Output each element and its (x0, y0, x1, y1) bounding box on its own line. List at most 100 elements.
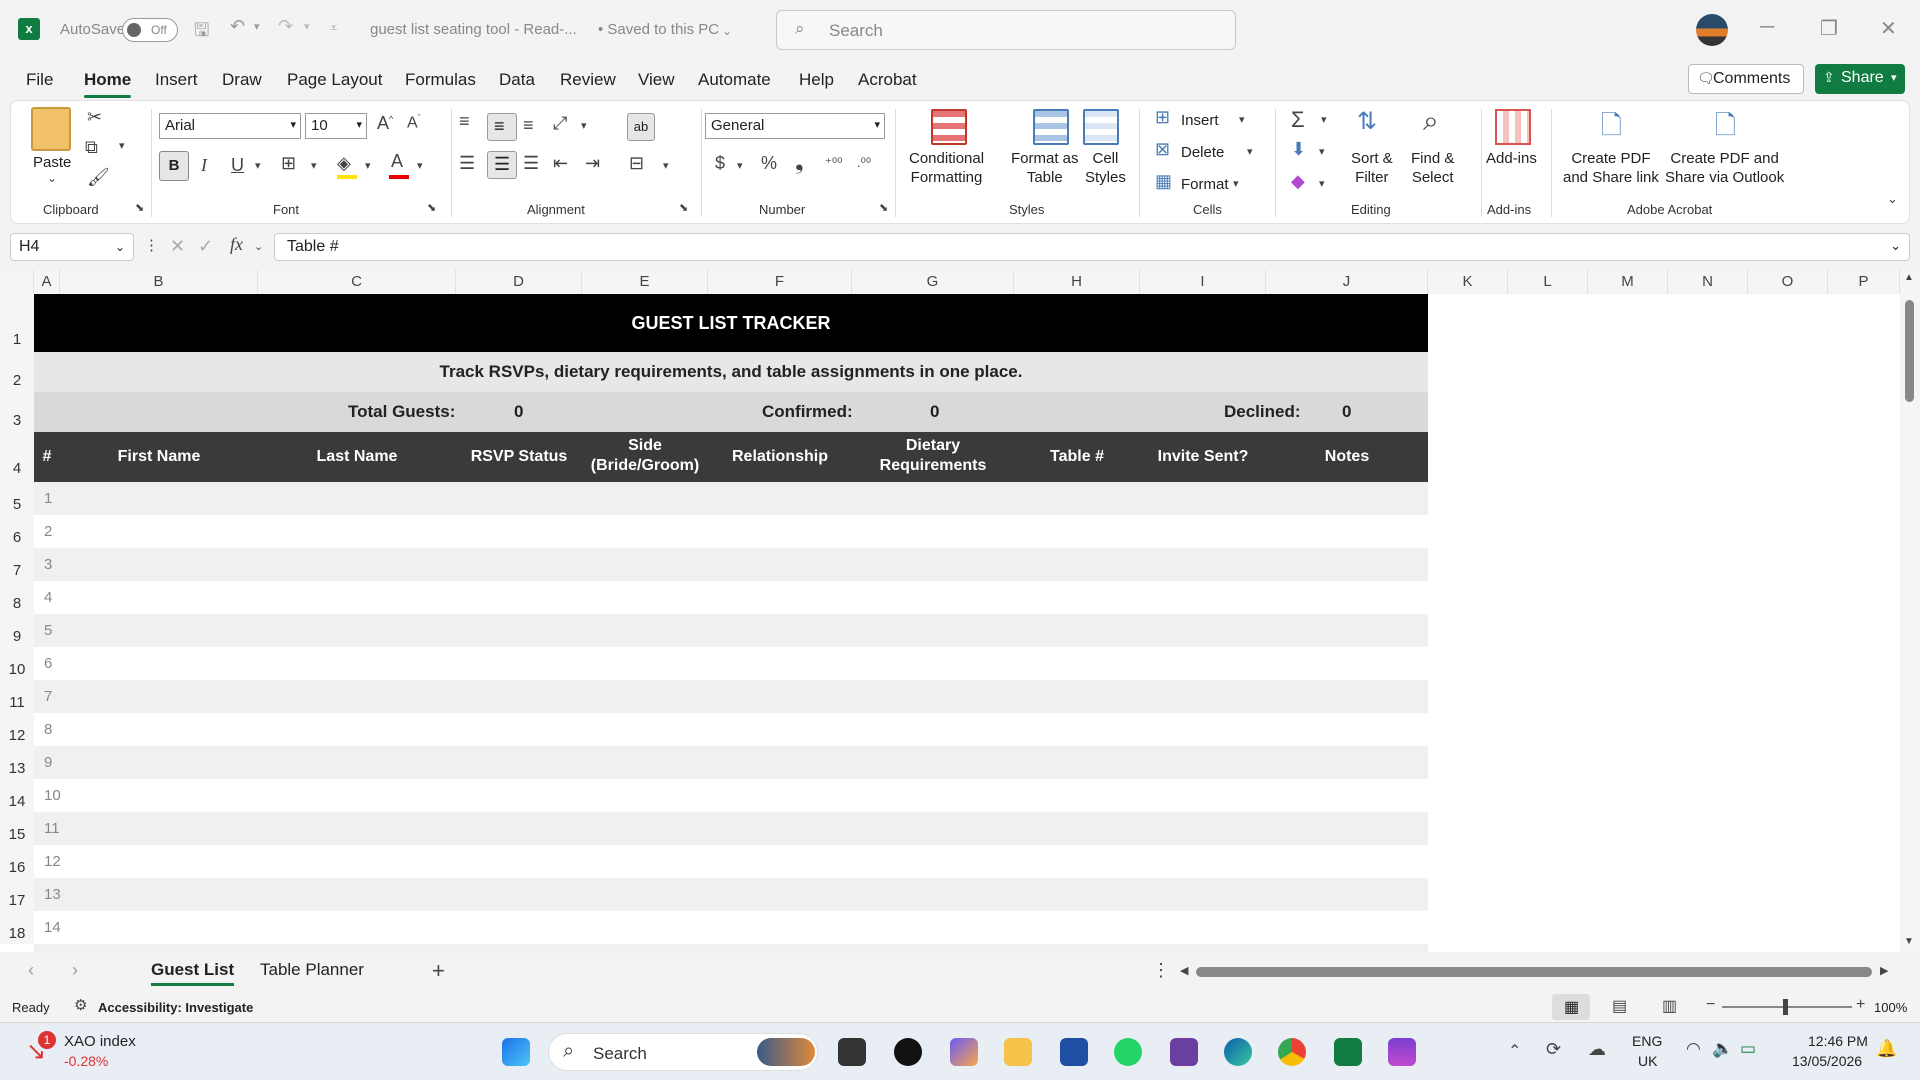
whatsapp-icon[interactable] (1114, 1038, 1142, 1066)
language-indicator[interactable]: ENG (1632, 1033, 1662, 1049)
save-icon[interactable]: 🖫 (194, 18, 209, 48)
notifications-icon[interactable]: 🔔 (1876, 1039, 1897, 1059)
add-sheet-button[interactable]: + (432, 958, 445, 984)
scroll-down-icon[interactable]: ▼ (1904, 936, 1914, 947)
row-header[interactable]: 9 (0, 614, 34, 647)
format-cells-button[interactable]: Format (1181, 175, 1229, 194)
row-header[interactable]: 15 (0, 812, 34, 845)
merge-center-icon[interactable]: ⊟ (629, 153, 644, 174)
prev-sheet-icon[interactable]: ‹ (28, 960, 34, 981)
pdf-share-icon[interactable]: 🗋 (1601, 107, 1622, 151)
chevron-down-icon[interactable]: ▾ (1319, 177, 1325, 190)
column-header[interactable]: H (1014, 270, 1140, 294)
enter-icon[interactable]: ✓ (198, 236, 213, 257)
excel-taskbar-icon[interactable] (1334, 1038, 1362, 1066)
column-header[interactable]: D (456, 270, 582, 294)
scroll-up-icon[interactable]: ▲ (1904, 272, 1914, 283)
chevron-down-icon[interactable]: ▾ (417, 159, 423, 172)
row-header[interactable]: 13 (0, 746, 34, 779)
tiktok-icon[interactable] (894, 1038, 922, 1066)
zoom-in-icon[interactable]: + (1856, 996, 1865, 1014)
page-break-view-icon[interactable]: ▥ (1662, 996, 1677, 1016)
tab-review[interactable]: Review (560, 70, 616, 90)
cancel-icon[interactable]: ✕ (170, 236, 185, 257)
chevron-down-icon[interactable]: ⌄ (47, 171, 57, 185)
cell-styles-icon[interactable] (1083, 109, 1119, 145)
table-row[interactable]: 1 (34, 482, 1428, 515)
tab-formulas[interactable]: Formulas (405, 70, 476, 90)
row-header[interactable]: 8 (0, 581, 34, 614)
chevron-down-icon[interactable]: ▾ (119, 139, 125, 152)
edge-icon[interactable] (1224, 1038, 1252, 1066)
select-all-corner[interactable] (0, 270, 34, 294)
wifi-icon[interactable]: ◠ (1686, 1039, 1701, 1059)
chevron-down-icon[interactable]: ▾ (255, 159, 261, 172)
chevron-down-icon[interactable]: ▾ (737, 159, 743, 172)
app-icon[interactable] (1170, 1038, 1198, 1066)
header-cell[interactable]: Table # (1014, 447, 1140, 467)
increase-font-size-icon[interactable]: A^ (377, 113, 393, 134)
italic-button[interactable]: I (201, 155, 207, 176)
tab-data[interactable]: Data (499, 70, 535, 90)
tab-file[interactable]: File (26, 70, 53, 90)
percent-icon[interactable]: % (761, 153, 777, 174)
create-pdf-outlook-button[interactable]: Create PDF and Share via Outlook (1665, 149, 1784, 187)
close-icon[interactable]: ✕ (1880, 16, 1897, 41)
header-cell[interactable]: Notes (1266, 447, 1428, 467)
sort-filter-button[interactable]: Sort & Filter (1351, 149, 1393, 187)
table-row[interactable]: 14 (34, 911, 1428, 944)
header-cell[interactable]: Relationship (708, 447, 852, 467)
redo-icon[interactable]: ↷ (278, 16, 293, 37)
paste-button[interactable]: Paste (33, 153, 71, 172)
chevron-down-icon[interactable]: ⌄ (722, 24, 732, 38)
more-options-icon[interactable]: ⋮ (1152, 960, 1170, 981)
undo-icon[interactable]: ↶ (230, 16, 245, 37)
format-as-table-button[interactable]: Format as Table (1011, 149, 1079, 187)
task-view-icon[interactable] (838, 1038, 866, 1066)
align-left-icon[interactable]: ☰ (459, 153, 475, 174)
collapse-ribbon-icon[interactable]: ⌄ (1887, 191, 1898, 207)
clock-date[interactable]: 13/05/2026 (1792, 1053, 1862, 1069)
font-size-select[interactable]: 10 ▾ (305, 113, 367, 139)
tab-insert[interactable]: Insert (155, 70, 198, 90)
pdf-outlook-icon[interactable]: 🗋 (1715, 107, 1736, 151)
row-header[interactable]: 18 (0, 911, 34, 944)
orientation-icon[interactable]: ⤢ (553, 113, 567, 134)
increase-decimal-icon[interactable]: ⁺⁰⁰ (825, 155, 842, 171)
name-box[interactable]: H4 ⌄ (10, 233, 134, 261)
table-row[interactable]: 13 (34, 878, 1428, 911)
find-select-button[interactable]: Find & Select (1411, 149, 1454, 187)
column-header[interactable]: M (1588, 270, 1668, 294)
vertical-scrollbar[interactable]: ▲ ▼ (1900, 270, 1920, 952)
customize-toolbar-icon[interactable]: ⩡ (330, 20, 337, 36)
copy-icon[interactable]: ⧉ (85, 137, 98, 158)
expand-formula-bar-icon[interactable]: ⌄ (1890, 238, 1901, 254)
column-header[interactable]: F (708, 270, 852, 294)
zoom-level[interactable]: 100% (1874, 1000, 1907, 1015)
dialog-launcher-icon[interactable]: ⬊ (679, 201, 688, 214)
sheet-title[interactable]: GUEST LIST TRACKER (34, 294, 1428, 352)
insert-function-icon[interactable]: fx (230, 234, 243, 255)
normal-view-button[interactable]: ▦ (1552, 994, 1590, 1020)
add-ins-button[interactable]: Add-ins (1486, 149, 1537, 168)
column-header[interactable]: N (1668, 270, 1748, 294)
decrease-font-size-icon[interactable]: Aˇ (407, 113, 421, 132)
cut-icon[interactable]: ✂ (87, 107, 102, 128)
sheet-tab-table-planner[interactable]: Table Planner (260, 960, 364, 980)
row-header[interactable]: 6 (0, 515, 34, 548)
header-cell[interactable]: Invite Sent? (1140, 447, 1266, 467)
fill-icon[interactable]: ⬇ (1291, 139, 1306, 160)
dialog-launcher-icon[interactable]: ⬊ (135, 201, 144, 214)
align-top-icon[interactable]: ≡ (459, 111, 470, 132)
wrap-text-icon[interactable]: ab (627, 113, 655, 141)
comma-style-icon[interactable]: ❟ (795, 149, 804, 175)
table-row[interactable]: 9 (34, 746, 1428, 779)
search-box[interactable]: ⌕ Search (776, 10, 1236, 50)
zoom-out-icon[interactable]: − (1706, 996, 1715, 1014)
chevron-down-icon[interactable]: ▾ (1247, 145, 1253, 158)
store-icon[interactable] (1060, 1038, 1088, 1066)
dialog-launcher-icon[interactable]: ⬊ (427, 201, 436, 214)
fill-color-icon[interactable]: ◈ (337, 153, 351, 174)
column-header[interactable]: I (1140, 270, 1266, 294)
row-header[interactable]: 12 (0, 713, 34, 746)
